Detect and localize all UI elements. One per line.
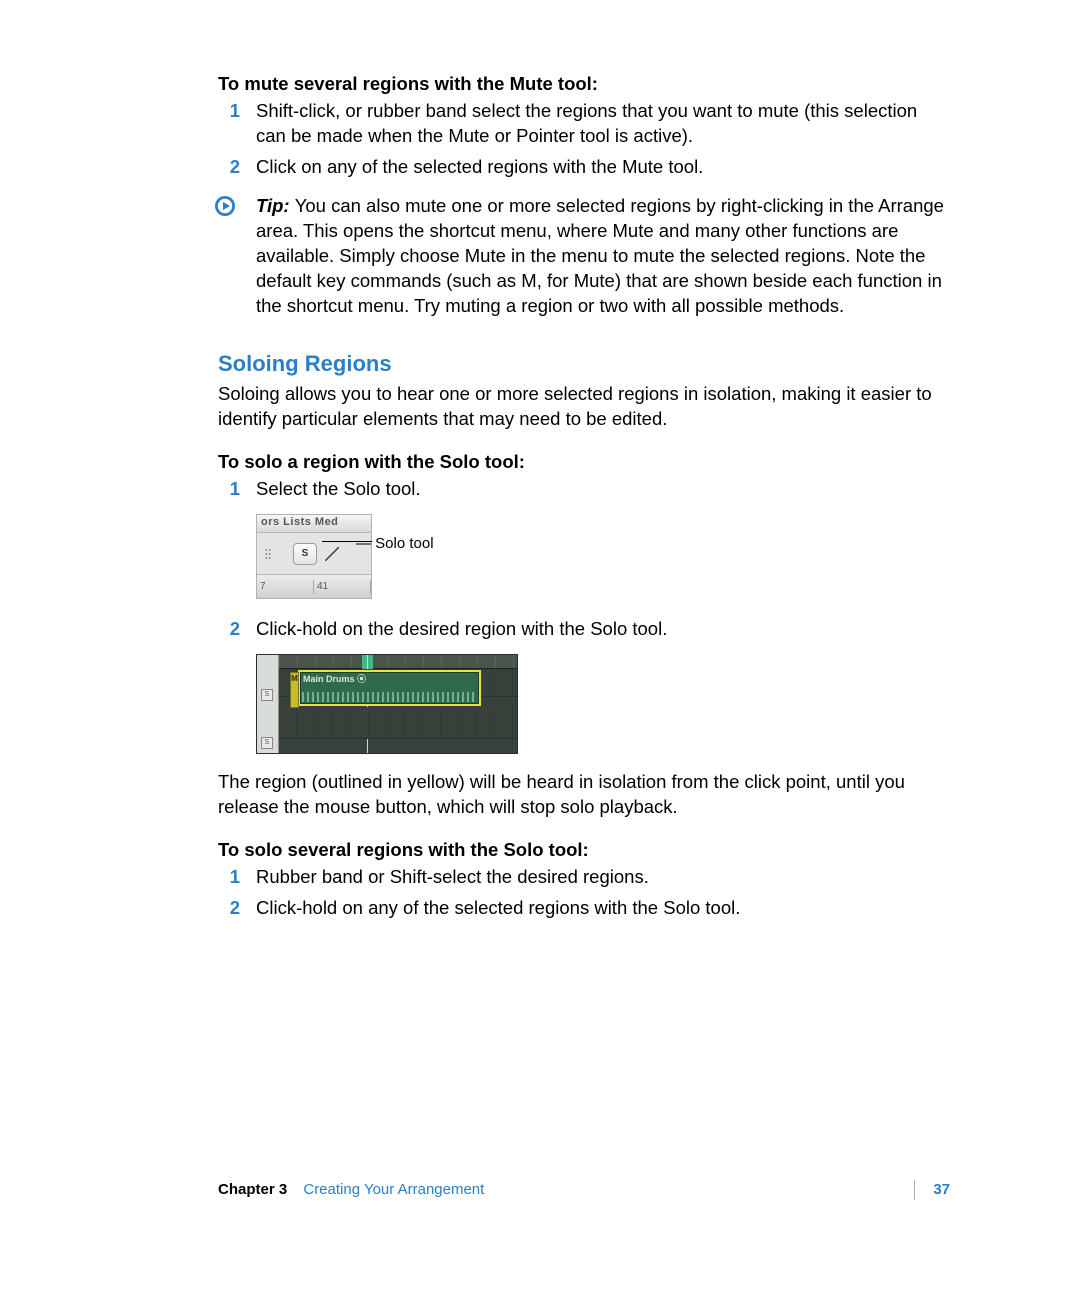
step-number: 1	[218, 99, 240, 124]
ruler-mark: 7	[257, 580, 314, 594]
callout-text: Solo tool	[375, 535, 433, 552]
region-title: Main Drums ⦿	[300, 672, 479, 686]
list-item: 1 Shift-click, or rubber band select the …	[218, 99, 950, 149]
mute-steps: 1 Shift-click, or rubber band select the …	[218, 99, 950, 180]
solo-tool-button[interactable]: S	[293, 543, 317, 565]
tip-label: Tip:	[256, 195, 295, 216]
list-item: 1 Rubber band or Shift-select the desired…	[218, 865, 950, 890]
solo-followup: The region (outlined in yellow) will be …	[218, 770, 950, 820]
menu-bar: ors Lists Med	[257, 515, 371, 533]
solo-sub1-steps: 1 Select the Solo tool.	[218, 477, 950, 502]
audio-region-selected[interactable]: M Main Drums ⦿	[298, 670, 481, 706]
grip-icon: ● ●● ●● ●	[265, 548, 271, 560]
pencil-tool-icon[interactable]	[325, 547, 339, 561]
tool-group: S	[293, 543, 339, 565]
step-text: Click-hold on any of the selected region…	[256, 897, 740, 918]
solo-sub1-steps-cont: 2 Click-hold on the desired region with t…	[218, 617, 950, 642]
mute-heading: To mute several regions with the Mute to…	[218, 72, 950, 97]
toolbar: ● ●● ●● ● S	[257, 533, 371, 575]
solo-track-button[interactable]: S	[261, 737, 273, 749]
page-footer: Chapter 3 Creating Your Arrangement 37	[218, 1180, 950, 1200]
app-window-crop: ors Lists Med ● ●● ●● ● S 7 41	[256, 514, 372, 599]
list-item: 2 Click-hold on the desired region with t…	[218, 617, 950, 642]
track-lane	[279, 707, 517, 739]
solo-sub2-steps: 1 Rubber band or Shift-select the desired…	[218, 865, 950, 921]
step-text: Shift-click, or rubber band select the r…	[256, 100, 917, 146]
step-number: 2	[218, 896, 240, 921]
ruler-mark: 41	[314, 580, 371, 594]
step-text: Click-hold on the desired region with th…	[256, 618, 667, 639]
solo-intro: Soloing allows you to hear one or more s…	[218, 382, 950, 432]
mute-badge: M	[290, 672, 299, 708]
timeline-ruler	[279, 655, 517, 669]
screenshot-arrange-region: S S M Main Drums ⦿	[256, 654, 518, 754]
tip-block: Tip:You can also mute one or more select…	[218, 194, 950, 319]
list-item: 2 Click on any of the selected regions wi…	[218, 155, 950, 180]
step-number: 1	[218, 865, 240, 890]
step-text: Rubber band or Shift-select the desired …	[256, 866, 649, 887]
step-number: 2	[218, 155, 240, 180]
tip-text: You can also mute one or more selected r…	[256, 195, 944, 316]
solo-sub1-heading: To solo a region with the Solo tool:	[218, 450, 950, 475]
solo-sub2-heading: To solo several regions with the Solo to…	[218, 838, 950, 863]
list-item: 1 Select the Solo tool.	[218, 477, 950, 502]
screenshot-solo-tool: ors Lists Med ● ●● ●● ● S 7 41 — Solo to…	[256, 514, 476, 599]
waveform-icon	[302, 692, 477, 702]
page-content: To mute several regions with the Mute to…	[218, 72, 950, 935]
section-title: Soloing Regions	[218, 349, 950, 379]
step-number: 2	[218, 617, 240, 642]
page-number: 37	[914, 1180, 950, 1200]
step-text: Click on any of the selected regions wit…	[256, 156, 703, 177]
footer-left: Chapter 3 Creating Your Arrangement	[218, 1180, 484, 1200]
timeline-ruler: 7 41	[257, 575, 371, 598]
chapter-title: Creating Your Arrangement	[303, 1181, 484, 1198]
solo-track-button[interactable]: S	[261, 689, 273, 701]
list-item: 2 Click-hold on any of the selected regio…	[218, 896, 950, 921]
tip-play-icon	[214, 195, 236, 217]
chapter-label: Chapter 3	[218, 1181, 287, 1198]
step-text: Select the Solo tool.	[256, 478, 421, 499]
callout-label: — Solo tool	[356, 534, 434, 554]
track-header-column: S S	[257, 655, 279, 753]
step-number: 1	[218, 477, 240, 502]
